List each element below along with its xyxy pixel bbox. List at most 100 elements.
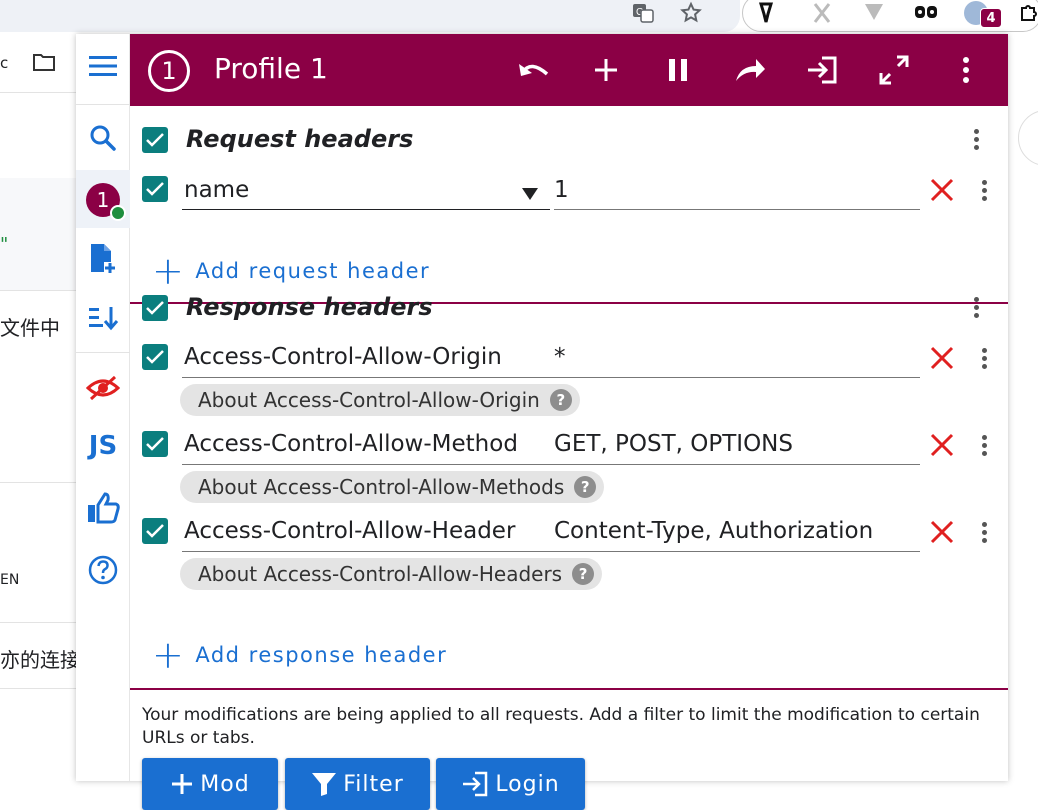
rate-button[interactable] (76, 480, 130, 536)
translate-icon[interactable]: G (628, 0, 658, 26)
value-field-underline (554, 209, 920, 210)
response-headers-title: Response headers (186, 293, 433, 321)
filter-icon (312, 773, 337, 796)
sort-button[interactable] (76, 290, 130, 346)
expand-icon (879, 55, 909, 85)
help-icon: ? (574, 476, 597, 498)
pause-icon (669, 59, 687, 81)
about-header-label: About Access-Control-Allow-Headers (198, 562, 563, 586)
bg-divider (0, 688, 76, 689)
checkmark-icon (146, 350, 164, 364)
request-headers-checkbox[interactable] (142, 127, 168, 153)
add-response-header-button[interactable]: + Add response header (152, 636, 447, 674)
response-header-checkbox[interactable] (142, 431, 168, 457)
field-underline (182, 377, 920, 378)
response-header-value-input[interactable]: GET, POST, OPTIONS (554, 431, 793, 457)
sidebar-divider (76, 104, 130, 105)
about-header-chip[interactable]: About Access-Control-Allow-Headers ? (180, 558, 603, 590)
add-mod-button[interactable]: Mod (142, 758, 278, 810)
kebab-icon (963, 57, 969, 83)
modification-info-text: Your modifications are being applied to … (142, 705, 980, 748)
request-section-menu-button[interactable] (964, 124, 988, 154)
bg-divider (0, 482, 76, 483)
import-button[interactable] (804, 52, 840, 88)
share-button[interactable] (732, 52, 768, 88)
checkmark-icon (146, 133, 164, 147)
search-button[interactable] (76, 110, 130, 166)
plus-icon (172, 774, 193, 794)
response-header-menu-button[interactable] (972, 343, 996, 373)
extension-pin-icon[interactable] (752, 0, 780, 26)
add-button[interactable] (588, 52, 624, 88)
checkmark-icon (146, 524, 164, 538)
menu-button[interactable] (76, 38, 130, 94)
sidebar: 1 JS (76, 34, 130, 781)
fullscreen-button[interactable] (876, 52, 912, 88)
response-header-value-input[interactable]: Content-Type, Authorization (554, 518, 873, 544)
response-header-name-input[interactable]: Access-Control-Allow-Headers (184, 518, 516, 544)
profile-number-badge[interactable]: 1 (148, 50, 190, 92)
mod-label: Mod (200, 771, 250, 797)
pause-button[interactable] (660, 52, 696, 88)
request-header-value-input[interactable]: 1 (554, 177, 569, 203)
sidebar-item-profile-1[interactable]: 1 (76, 172, 130, 228)
background-text: 亦的连接 (0, 648, 76, 672)
extension-x-icon[interactable] (808, 0, 836, 26)
dropdown-arrow-icon[interactable] (522, 188, 538, 200)
about-header-chip[interactable]: About Access-Control-Allow-Methods ? (180, 471, 605, 503)
help-icon: ? (572, 563, 595, 585)
response-headers-checkbox[interactable] (142, 295, 168, 321)
search-icon (90, 125, 116, 151)
extension-glasses-icon[interactable] (912, 0, 940, 26)
puzzle-icon[interactable] (1018, 0, 1038, 26)
filter-label: Filter (343, 771, 404, 797)
response-header-value-input[interactable]: * (554, 344, 566, 370)
delete-response-header-icon[interactable] (928, 518, 956, 546)
delete-request-header-icon[interactable] (928, 176, 956, 204)
plus-icon: + (152, 249, 186, 293)
plus-icon (595, 59, 617, 81)
javascript-button[interactable]: JS (76, 418, 130, 474)
request-header-checkbox[interactable] (142, 176, 168, 202)
response-header-checkbox[interactable] (142, 518, 168, 544)
add-profile-button[interactable] (76, 230, 130, 286)
response-section-menu-button[interactable] (964, 292, 988, 322)
add-filter-button[interactable]: Filter (285, 758, 430, 810)
login-button[interactable]: Login (436, 758, 585, 810)
profile-avatar: 1 (86, 183, 126, 221)
response-header-name-input[interactable]: Access-Control-Allow-Origin (184, 344, 516, 370)
add-request-header-button[interactable]: + Add request header (152, 252, 430, 290)
response-header-menu-button[interactable] (972, 430, 996, 460)
bookmark-star-icon[interactable] (676, 0, 706, 26)
modheader-popup: 1 JS 1 Profile 1 Request headers name 1 … (76, 34, 1008, 810)
field-underline (182, 464, 920, 465)
undo-button[interactable] (516, 52, 552, 88)
extension-triangle-icon[interactable] (860, 0, 888, 26)
undo-icon (519, 64, 549, 76)
profile-title[interactable]: Profile 1 (214, 52, 328, 85)
browser-toolbar: G 4 (0, 0, 1038, 34)
delete-response-header-icon[interactable] (928, 431, 956, 459)
about-header-label: About Access-Control-Allow-Origin (198, 388, 540, 412)
add-response-header-label: Add response header (195, 643, 448, 667)
response-header-menu-button[interactable] (972, 517, 996, 547)
request-header-name-input[interactable]: name (184, 177, 484, 203)
response-header-name-input[interactable]: Access-Control-Allow-Methods (184, 431, 516, 457)
delete-response-header-icon[interactable] (928, 344, 956, 372)
bg-divider (0, 622, 76, 623)
about-header-chip[interactable]: About Access-Control-Allow-Origin ? (180, 384, 580, 416)
about-header-label: About Access-Control-Allow-Methods (198, 475, 565, 499)
more-options-button[interactable] (948, 52, 984, 88)
background-text: 文件中 (0, 316, 60, 340)
file-add-icon (91, 244, 116, 274)
help-button[interactable] (76, 542, 130, 598)
help-icon: ? (549, 389, 572, 411)
folder-icon (33, 54, 55, 71)
hide-button[interactable] (76, 360, 130, 416)
section-divider (130, 688, 1008, 690)
checkmark-icon (146, 182, 164, 196)
checkmark-icon (146, 437, 164, 451)
request-header-menu-button[interactable] (972, 175, 996, 205)
background-text: " (0, 234, 9, 255)
response-header-checkbox[interactable] (142, 344, 168, 370)
